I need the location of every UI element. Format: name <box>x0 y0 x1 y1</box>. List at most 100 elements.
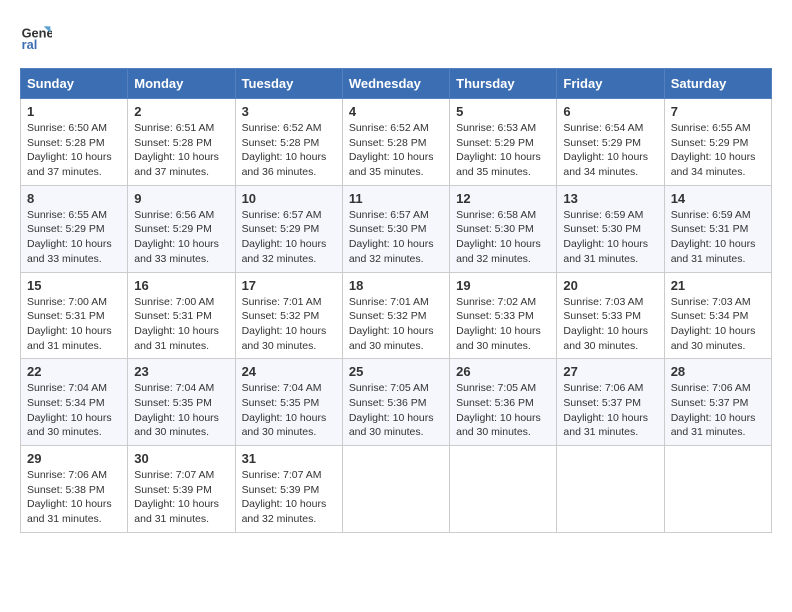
day-cell: 22 Sunrise: 7:04 AMSunset: 5:34 PMDaylig… <box>21 359 128 446</box>
header-thursday: Thursday <box>450 69 557 99</box>
day-info: Sunrise: 6:56 AMSunset: 5:29 PMDaylight:… <box>134 209 219 265</box>
day-number: 24 <box>242 364 336 379</box>
svg-text:ral: ral <box>22 37 38 52</box>
day-number: 12 <box>456 191 550 206</box>
day-cell: 26 Sunrise: 7:05 AMSunset: 5:36 PMDaylig… <box>450 359 557 446</box>
day-info: Sunrise: 6:55 AMSunset: 5:29 PMDaylight:… <box>671 122 756 178</box>
day-cell: 18 Sunrise: 7:01 AMSunset: 5:32 PMDaylig… <box>342 272 449 359</box>
day-number: 26 <box>456 364 550 379</box>
day-cell <box>557 446 664 533</box>
header-sunday: Sunday <box>21 69 128 99</box>
day-cell: 2 Sunrise: 6:51 AMSunset: 5:28 PMDayligh… <box>128 99 235 186</box>
day-number: 7 <box>671 104 765 119</box>
day-info: Sunrise: 7:00 AMSunset: 5:31 PMDaylight:… <box>27 296 112 352</box>
day-cell <box>664 446 771 533</box>
day-cell <box>342 446 449 533</box>
day-cell: 12 Sunrise: 6:58 AMSunset: 5:30 PMDaylig… <box>450 185 557 272</box>
day-number: 25 <box>349 364 443 379</box>
day-number: 29 <box>27 451 121 466</box>
day-number: 14 <box>671 191 765 206</box>
day-info: Sunrise: 7:05 AMSunset: 5:36 PMDaylight:… <box>456 382 541 438</box>
day-number: 9 <box>134 191 228 206</box>
day-cell: 8 Sunrise: 6:55 AMSunset: 5:29 PMDayligh… <box>21 185 128 272</box>
day-info: Sunrise: 7:03 AMSunset: 5:34 PMDaylight:… <box>671 296 756 352</box>
calendar: SundayMondayTuesdayWednesdayThursdayFrid… <box>20 68 772 533</box>
day-info: Sunrise: 7:03 AMSunset: 5:33 PMDaylight:… <box>563 296 648 352</box>
day-info: Sunrise: 6:59 AMSunset: 5:30 PMDaylight:… <box>563 209 648 265</box>
day-number: 22 <box>27 364 121 379</box>
day-info: Sunrise: 6:59 AMSunset: 5:31 PMDaylight:… <box>671 209 756 265</box>
day-number: 13 <box>563 191 657 206</box>
header: Gene ral <box>20 20 772 52</box>
day-info: Sunrise: 6:52 AMSunset: 5:28 PMDaylight:… <box>242 122 327 178</box>
day-number: 18 <box>349 278 443 293</box>
day-info: Sunrise: 7:05 AMSunset: 5:36 PMDaylight:… <box>349 382 434 438</box>
logo: Gene ral <box>20 20 56 52</box>
day-info: Sunrise: 6:55 AMSunset: 5:29 PMDaylight:… <box>27 209 112 265</box>
day-cell: 17 Sunrise: 7:01 AMSunset: 5:32 PMDaylig… <box>235 272 342 359</box>
header-tuesday: Tuesday <box>235 69 342 99</box>
day-cell: 24 Sunrise: 7:04 AMSunset: 5:35 PMDaylig… <box>235 359 342 446</box>
day-info: Sunrise: 6:51 AMSunset: 5:28 PMDaylight:… <box>134 122 219 178</box>
header-wednesday: Wednesday <box>342 69 449 99</box>
day-cell: 6 Sunrise: 6:54 AMSunset: 5:29 PMDayligh… <box>557 99 664 186</box>
day-cell: 16 Sunrise: 7:00 AMSunset: 5:31 PMDaylig… <box>128 272 235 359</box>
day-info: Sunrise: 7:06 AMSunset: 5:37 PMDaylight:… <box>671 382 756 438</box>
day-info: Sunrise: 7:04 AMSunset: 5:35 PMDaylight:… <box>134 382 219 438</box>
day-info: Sunrise: 6:54 AMSunset: 5:29 PMDaylight:… <box>563 122 648 178</box>
day-cell: 11 Sunrise: 6:57 AMSunset: 5:30 PMDaylig… <box>342 185 449 272</box>
day-number: 20 <box>563 278 657 293</box>
day-cell: 19 Sunrise: 7:02 AMSunset: 5:33 PMDaylig… <box>450 272 557 359</box>
week-row-4: 22 Sunrise: 7:04 AMSunset: 5:34 PMDaylig… <box>21 359 772 446</box>
day-number: 5 <box>456 104 550 119</box>
day-cell: 3 Sunrise: 6:52 AMSunset: 5:28 PMDayligh… <box>235 99 342 186</box>
day-cell: 27 Sunrise: 7:06 AMSunset: 5:37 PMDaylig… <box>557 359 664 446</box>
calendar-header-row: SundayMondayTuesdayWednesdayThursdayFrid… <box>21 69 772 99</box>
day-number: 17 <box>242 278 336 293</box>
day-info: Sunrise: 6:53 AMSunset: 5:29 PMDaylight:… <box>456 122 541 178</box>
day-number: 30 <box>134 451 228 466</box>
day-info: Sunrise: 7:07 AMSunset: 5:39 PMDaylight:… <box>242 469 327 525</box>
day-info: Sunrise: 7:04 AMSunset: 5:34 PMDaylight:… <box>27 382 112 438</box>
day-number: 16 <box>134 278 228 293</box>
day-info: Sunrise: 6:58 AMSunset: 5:30 PMDaylight:… <box>456 209 541 265</box>
header-friday: Friday <box>557 69 664 99</box>
day-cell: 20 Sunrise: 7:03 AMSunset: 5:33 PMDaylig… <box>557 272 664 359</box>
day-number: 15 <box>27 278 121 293</box>
header-monday: Monday <box>128 69 235 99</box>
week-row-5: 29 Sunrise: 7:06 AMSunset: 5:38 PMDaylig… <box>21 446 772 533</box>
day-cell: 13 Sunrise: 6:59 AMSunset: 5:30 PMDaylig… <box>557 185 664 272</box>
day-cell: 4 Sunrise: 6:52 AMSunset: 5:28 PMDayligh… <box>342 99 449 186</box>
day-info: Sunrise: 7:06 AMSunset: 5:37 PMDaylight:… <box>563 382 648 438</box>
day-number: 31 <box>242 451 336 466</box>
day-number: 19 <box>456 278 550 293</box>
week-row-2: 8 Sunrise: 6:55 AMSunset: 5:29 PMDayligh… <box>21 185 772 272</box>
day-cell: 15 Sunrise: 7:00 AMSunset: 5:31 PMDaylig… <box>21 272 128 359</box>
day-cell: 14 Sunrise: 6:59 AMSunset: 5:31 PMDaylig… <box>664 185 771 272</box>
day-cell: 10 Sunrise: 6:57 AMSunset: 5:29 PMDaylig… <box>235 185 342 272</box>
day-info: Sunrise: 7:04 AMSunset: 5:35 PMDaylight:… <box>242 382 327 438</box>
day-info: Sunrise: 7:02 AMSunset: 5:33 PMDaylight:… <box>456 296 541 352</box>
day-number: 6 <box>563 104 657 119</box>
day-cell: 7 Sunrise: 6:55 AMSunset: 5:29 PMDayligh… <box>664 99 771 186</box>
day-info: Sunrise: 7:07 AMSunset: 5:39 PMDaylight:… <box>134 469 219 525</box>
day-number: 28 <box>671 364 765 379</box>
week-row-3: 15 Sunrise: 7:00 AMSunset: 5:31 PMDaylig… <box>21 272 772 359</box>
header-saturday: Saturday <box>664 69 771 99</box>
day-cell: 5 Sunrise: 6:53 AMSunset: 5:29 PMDayligh… <box>450 99 557 186</box>
day-number: 3 <box>242 104 336 119</box>
day-number: 23 <box>134 364 228 379</box>
day-info: Sunrise: 6:57 AMSunset: 5:29 PMDaylight:… <box>242 209 327 265</box>
day-cell: 28 Sunrise: 7:06 AMSunset: 5:37 PMDaylig… <box>664 359 771 446</box>
day-number: 10 <box>242 191 336 206</box>
day-info: Sunrise: 6:50 AMSunset: 5:28 PMDaylight:… <box>27 122 112 178</box>
day-info: Sunrise: 7:01 AMSunset: 5:32 PMDaylight:… <box>349 296 434 352</box>
day-number: 8 <box>27 191 121 206</box>
day-cell: 1 Sunrise: 6:50 AMSunset: 5:28 PMDayligh… <box>21 99 128 186</box>
day-cell: 31 Sunrise: 7:07 AMSunset: 5:39 PMDaylig… <box>235 446 342 533</box>
day-number: 4 <box>349 104 443 119</box>
day-cell: 23 Sunrise: 7:04 AMSunset: 5:35 PMDaylig… <box>128 359 235 446</box>
day-cell: 21 Sunrise: 7:03 AMSunset: 5:34 PMDaylig… <box>664 272 771 359</box>
day-number: 11 <box>349 191 443 206</box>
day-number: 27 <box>563 364 657 379</box>
